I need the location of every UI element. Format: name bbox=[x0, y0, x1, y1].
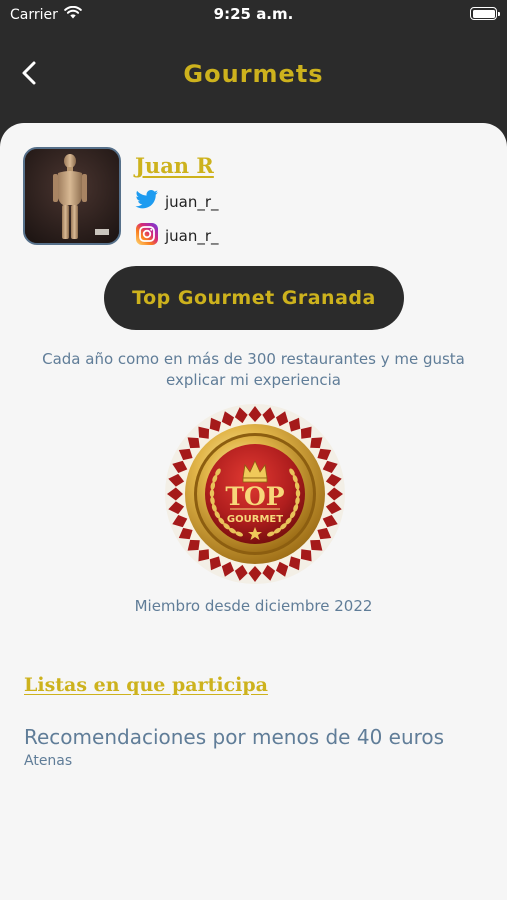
status-bar: Carrier 9:25 a.m. bbox=[0, 0, 507, 30]
profile-card: Juan R juan_r_ juan_r_ Top Gourmet Grana… bbox=[0, 123, 507, 900]
top-gourmet-label: Top Gourmet Granada bbox=[132, 287, 376, 309]
nav-header: Gourmets bbox=[0, 40, 507, 110]
twitter-link[interactable]: juan_r_ bbox=[135, 190, 219, 214]
seal-gourmet-text: GOURMET bbox=[227, 514, 283, 525]
lists-heading: Listas en que participa bbox=[24, 674, 268, 696]
seal-top-text: TOP bbox=[225, 482, 284, 511]
list-item-subtitle: Atenas bbox=[24, 753, 73, 769]
page-title: Gourmets bbox=[183, 60, 324, 88]
instagram-icon bbox=[135, 222, 159, 250]
battery-icon bbox=[470, 7, 500, 20]
profile-name[interactable]: Juan R bbox=[135, 153, 214, 178]
top-gourmet-badge[interactable]: Top Gourmet Granada bbox=[104, 266, 404, 330]
list-item-title: Recomendaciones por menos de 40 euros bbox=[24, 725, 445, 749]
instagram-link[interactable]: juan_r_ bbox=[135, 222, 219, 250]
top-gourmet-seal-icon: TOP GOURMET bbox=[164, 403, 346, 585]
instagram-handle: juan_r_ bbox=[165, 227, 219, 245]
member-since: Miembro desde diciembre 2022 bbox=[134, 597, 373, 615]
avatar bbox=[23, 147, 121, 245]
twitter-handle: juan_r_ bbox=[165, 193, 219, 211]
profile-description: Cada año como en más de 300 restaurantes… bbox=[42, 350, 465, 389]
twitter-icon bbox=[135, 190, 159, 214]
list-item[interactable]: Recomendaciones por menos de 40 euros At… bbox=[24, 725, 444, 769]
status-time: 9:25 a.m. bbox=[213, 5, 294, 23]
